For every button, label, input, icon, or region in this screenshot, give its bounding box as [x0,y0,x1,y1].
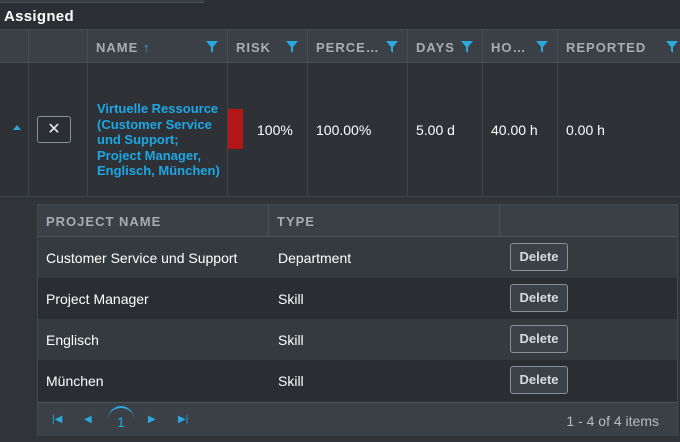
next-page-icon[interactable]: ▶ [148,414,156,425]
hours-cell: 40.00 h [483,63,558,197]
days-value: 5.00 d [416,122,455,138]
project-name: Englisch [46,332,99,348]
project-type: Skill [278,291,304,307]
table-row: ✕ Virtuelle Ressource (Customer Service … [0,63,680,197]
header-hours[interactable]: HO… [483,29,558,63]
sort-ascending-icon: ↑ [142,40,151,55]
resource-name-link[interactable]: Virtuelle Ressource (Customer Service un… [97,101,222,179]
header-actions [500,205,677,237]
hours-value: 40.00 h [491,122,538,138]
project-type: Skill [278,373,304,389]
header-name[interactable]: NAME ↑ [88,29,228,63]
header-hours-label: HO… [491,40,527,55]
project-type: Department [278,250,352,266]
collapse-arrow-icon[interactable] [13,125,21,130]
header-reported[interactable]: REPORTED [558,29,680,63]
header-risk[interactable]: RISK [228,29,308,63]
header-percent-label: PERCE… [316,40,380,55]
project-name: Customer Service und Support [46,250,238,266]
delete-button[interactable]: Delete [510,366,568,394]
reported-cell: 0.00 h [558,63,680,197]
list-item: München Skill Delete [38,360,677,401]
pager-info: 1 - 4 of 4 items [566,413,659,429]
percent-value: 100.00% [316,122,372,138]
days-cell: 5.00 d [408,63,483,197]
header-days-label: DAYS [416,40,455,55]
detail-grid: PROJECT NAME TYPE Customer Service und S… [37,204,678,436]
pager: |◀ ◀ 1 ▶ ▶| 1 - 4 of 4 items [38,402,677,436]
top-divider [0,0,204,3]
delete-button[interactable]: Delete [510,284,568,312]
section-title: Assigned [4,8,74,25]
reported-value: 0.00 h [566,122,605,138]
last-page-icon[interactable]: ▶| [178,414,188,425]
filter-icon[interactable] [386,41,398,53]
delete-button[interactable]: Delete [510,325,568,353]
header-expand-col [0,29,29,63]
first-page-icon[interactable]: |◀ [52,414,62,425]
project-type: Skill [278,332,304,348]
filter-icon[interactable] [206,41,218,53]
percent-cell: 100.00% [308,63,408,197]
list-item: Project Manager Skill Delete [38,278,677,319]
filter-icon[interactable] [286,41,298,53]
header-reported-label: REPORTED [566,40,647,55]
assigned-grid: NAME ↑ RISK PERCE… DAYS HO… REPORTED ✕ V… [0,29,680,442]
filter-icon[interactable] [536,41,548,53]
expand-cell [0,63,29,197]
header-percent[interactable]: PERCE… [308,29,408,63]
header-project-name[interactable]: PROJECT NAME [38,205,269,237]
header-days[interactable]: DAYS [408,29,483,63]
current-page-button[interactable]: 1 [108,407,134,433]
header-project-name-label: PROJECT NAME [46,214,162,229]
list-item: Englisch Skill Delete [38,319,677,360]
header-type-label: TYPE [277,214,315,229]
project-name: Project Manager [46,291,149,307]
remove-button[interactable]: ✕ [37,116,71,143]
risk-indicator [228,109,243,149]
risk-value: 100% [257,122,293,138]
filter-icon[interactable] [666,41,678,53]
header-type[interactable]: TYPE [269,205,500,237]
delete-button[interactable]: Delete [510,243,568,271]
header-name-label: NAME ↑ [96,40,151,55]
project-name: München [46,373,104,389]
header-action-col [29,29,88,63]
previous-page-icon[interactable]: ◀ [84,414,92,425]
header-risk-label: RISK [236,40,272,55]
list-item: Customer Service und Support Department … [38,237,677,278]
filter-icon[interactable] [461,41,473,53]
